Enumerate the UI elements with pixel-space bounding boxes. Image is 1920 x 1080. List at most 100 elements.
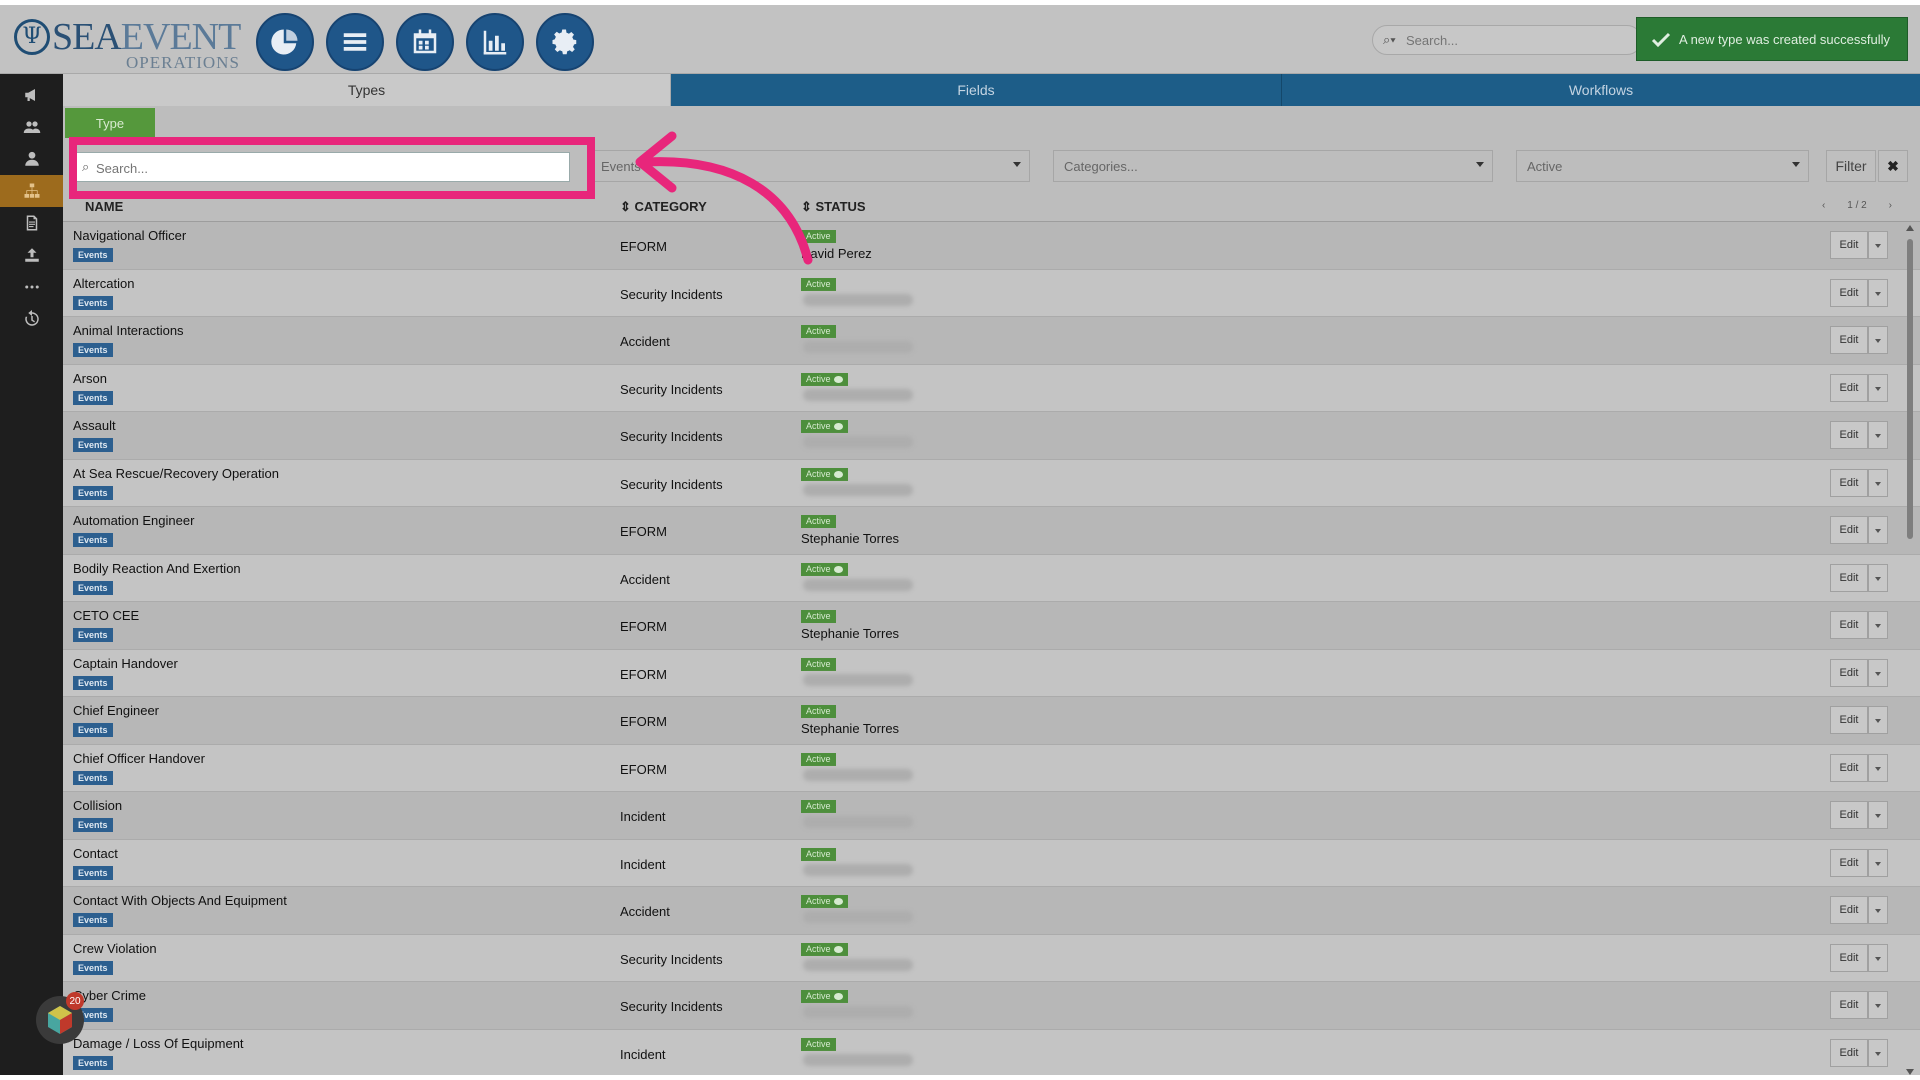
edit-button[interactable]: Edit bbox=[1830, 563, 1868, 592]
row-actions-dropdown[interactable] bbox=[1868, 1038, 1888, 1067]
reports-button[interactable] bbox=[466, 13, 524, 71]
table-row[interactable]: CETO CEE Events EFORM Active Stephanie Torre… bbox=[63, 602, 1920, 650]
type-name[interactable]: Navigational Officer bbox=[73, 228, 186, 243]
row-actions-dropdown[interactable] bbox=[1868, 326, 1888, 354]
sidebar-item-more[interactable] bbox=[0, 271, 63, 303]
type-name[interactable]: Contact bbox=[73, 846, 118, 861]
type-name[interactable]: Bodily Reaction And Exertion bbox=[73, 561, 241, 576]
type-name[interactable]: Crew Violation bbox=[73, 941, 157, 956]
tab-workflows[interactable]: Workflows bbox=[1282, 74, 1920, 106]
calendar-button[interactable] bbox=[396, 13, 454, 71]
row-actions-dropdown[interactable] bbox=[1868, 468, 1888, 497]
edit-button[interactable]: Edit bbox=[1830, 706, 1868, 734]
row-actions-dropdown[interactable] bbox=[1868, 563, 1888, 592]
sidebar-item-upload[interactable] bbox=[0, 239, 63, 271]
row-actions-dropdown[interactable] bbox=[1868, 231, 1888, 259]
edit-button[interactable]: Edit bbox=[1830, 896, 1868, 924]
table-row[interactable]: Collision Events Incident Active Edit bbox=[63, 792, 1920, 840]
table-row[interactable]: Chief Engineer Events EFORM Active Stephanie… bbox=[63, 697, 1920, 745]
edit-button[interactable]: Edit bbox=[1830, 468, 1868, 497]
table-row[interactable]: Damage / Loss Of Equipment Events Incident… bbox=[63, 1029, 1920, 1075]
type-name[interactable]: Arson bbox=[73, 371, 107, 386]
row-actions-dropdown[interactable] bbox=[1868, 991, 1888, 1019]
type-name[interactable]: Captain Handover bbox=[73, 656, 178, 671]
type-name[interactable]: Animal Interactions bbox=[73, 323, 184, 338]
next-page-button[interactable]: › bbox=[1889, 200, 1892, 211]
type-name[interactable]: At Sea Rescue/Recovery Operation bbox=[73, 466, 279, 481]
global-search[interactable]: ⌕▾ bbox=[1372, 25, 1642, 55]
table-row[interactable]: Automation Engineer Events EFORM Active Step… bbox=[63, 507, 1920, 555]
filter-button[interactable]: Filter bbox=[1826, 150, 1876, 182]
categories-select[interactable]: Categories... bbox=[1053, 150, 1493, 182]
edit-button[interactable]: Edit bbox=[1830, 753, 1868, 782]
row-actions-dropdown[interactable] bbox=[1868, 421, 1888, 449]
sidebar-item-history[interactable] bbox=[0, 303, 63, 335]
dashboard-button[interactable] bbox=[256, 13, 314, 71]
type-name[interactable]: Damage / Loss Of Equipment bbox=[73, 1036, 244, 1051]
table-row[interactable]: Bodily Reaction And Exertion Events Accide… bbox=[63, 554, 1920, 602]
list-button[interactable] bbox=[326, 13, 384, 71]
clear-filter-button[interactable]: ✖ bbox=[1878, 150, 1908, 182]
status-select[interactable]: Active bbox=[1516, 150, 1809, 182]
scroll-thumb[interactable] bbox=[1907, 239, 1913, 539]
row-actions-dropdown[interactable] bbox=[1868, 373, 1888, 402]
row-actions-dropdown[interactable] bbox=[1868, 611, 1888, 639]
edit-button[interactable]: Edit bbox=[1830, 658, 1868, 687]
table-scrollbar[interactable] bbox=[1904, 225, 1916, 1075]
type-name[interactable]: CETO CEE bbox=[73, 608, 139, 623]
table-row[interactable]: Contact With Objects And Equipment Events… bbox=[63, 887, 1920, 935]
table-row[interactable]: Crew Violation Events Security Incidents Ac… bbox=[63, 934, 1920, 982]
table-row[interactable]: Assault Events Security Incidents Active Edi… bbox=[63, 412, 1920, 460]
row-actions-dropdown[interactable] bbox=[1868, 801, 1888, 829]
table-row[interactable]: Arson Events Security Incidents Active Edit bbox=[63, 364, 1920, 412]
row-actions-dropdown[interactable] bbox=[1868, 658, 1888, 687]
sidebar-item-documents[interactable] bbox=[0, 207, 63, 239]
table-row[interactable]: At Sea Rescue/Recovery Operation Events Se… bbox=[63, 459, 1920, 507]
edit-button[interactable]: Edit bbox=[1830, 278, 1868, 307]
table-row[interactable]: Contact Events Incident Active Edit bbox=[63, 839, 1920, 887]
edit-button[interactable]: Edit bbox=[1830, 611, 1868, 639]
row-actions-dropdown[interactable] bbox=[1868, 896, 1888, 924]
tab-types[interactable]: Types bbox=[63, 74, 671, 106]
table-row[interactable]: Chief Officer Handover Events EFORM Active E… bbox=[63, 744, 1920, 792]
tab-fields[interactable]: Fields bbox=[671, 74, 1282, 106]
type-name[interactable]: Chief Officer Handover bbox=[73, 751, 205, 766]
row-actions-dropdown[interactable] bbox=[1868, 278, 1888, 307]
type-name[interactable]: Assault bbox=[73, 418, 116, 433]
seaevent-logo[interactable]: Ψ SEAEVENT OPERATIONS bbox=[14, 15, 241, 72]
table-row[interactable]: Navigational Officer Events EFORM Active Dav… bbox=[63, 222, 1920, 270]
scroll-down-arrow[interactable] bbox=[1906, 1069, 1914, 1075]
sidebar-item-users[interactable] bbox=[0, 143, 63, 175]
table-row[interactable]: Cyber Crime Events Security Incidents Activ… bbox=[63, 982, 1920, 1030]
sidebar-item-types[interactable] bbox=[0, 175, 63, 207]
settings-button[interactable] bbox=[536, 13, 594, 71]
edit-button[interactable]: Edit bbox=[1830, 848, 1868, 877]
row-actions-dropdown[interactable] bbox=[1868, 848, 1888, 877]
table-row[interactable]: Altercation Events Security Incidents Activ… bbox=[63, 269, 1920, 317]
edit-button[interactable]: Edit bbox=[1830, 991, 1868, 1019]
type-name[interactable]: Collision bbox=[73, 798, 122, 813]
global-search-input[interactable] bbox=[1406, 30, 1626, 50]
type-name[interactable]: Altercation bbox=[73, 276, 134, 291]
table-row[interactable]: Captain Handover Events EFORM Active Edit bbox=[63, 649, 1920, 697]
edit-button[interactable]: Edit bbox=[1830, 373, 1868, 402]
row-actions-dropdown[interactable] bbox=[1868, 753, 1888, 782]
column-header-name[interactable]: NAME bbox=[85, 199, 123, 214]
edit-button[interactable]: Edit bbox=[1830, 1038, 1868, 1067]
edit-button[interactable]: Edit bbox=[1830, 326, 1868, 354]
edit-button[interactable]: Edit bbox=[1830, 421, 1868, 449]
sidebar-item-announcements[interactable] bbox=[0, 79, 63, 111]
type-name[interactable]: Automation Engineer bbox=[73, 513, 194, 528]
row-actions-dropdown[interactable] bbox=[1868, 706, 1888, 734]
edit-button[interactable]: Edit bbox=[1830, 943, 1868, 972]
scroll-up-arrow[interactable] bbox=[1906, 225, 1914, 231]
edit-button[interactable]: Edit bbox=[1830, 516, 1868, 544]
type-name[interactable]: Contact With Objects And Equipment bbox=[73, 893, 287, 908]
sidebar-item-groups[interactable] bbox=[0, 111, 63, 143]
row-actions-dropdown[interactable] bbox=[1868, 516, 1888, 544]
type-name[interactable]: Chief Engineer bbox=[73, 703, 159, 718]
help-widget[interactable]: 20 bbox=[36, 992, 84, 1044]
table-row[interactable]: Animal Interactions Events Accident Active E… bbox=[63, 317, 1920, 365]
edit-button[interactable]: Edit bbox=[1830, 801, 1868, 829]
subtab-type[interactable]: Type bbox=[65, 108, 155, 138]
